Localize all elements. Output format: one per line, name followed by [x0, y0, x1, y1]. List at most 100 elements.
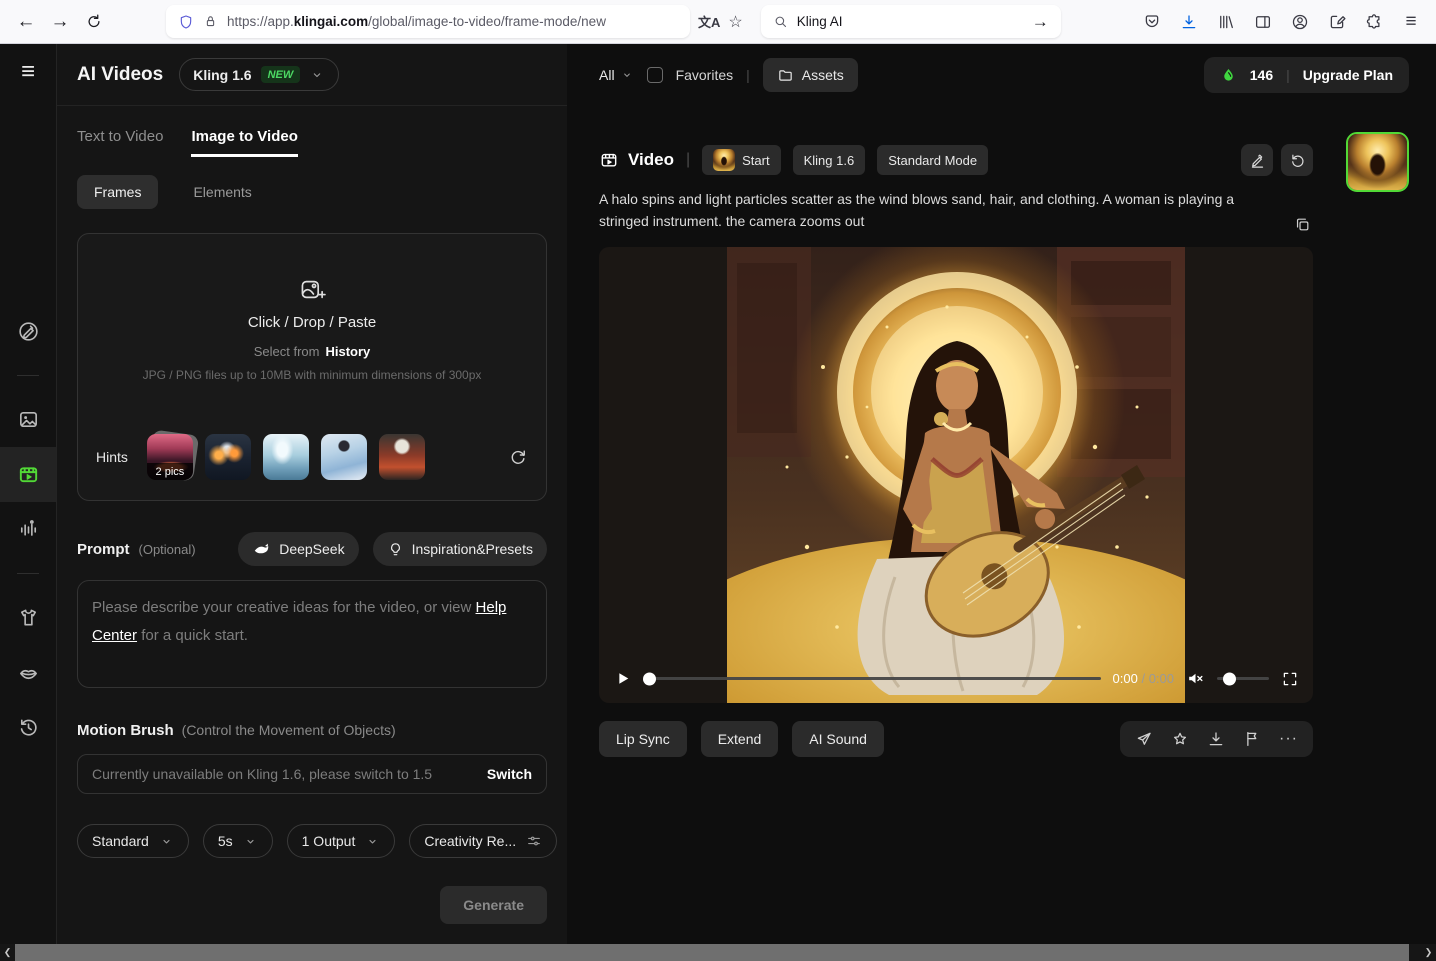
report-flag-icon[interactable]: [1243, 730, 1261, 748]
more-options-icon[interactable]: ···: [1279, 730, 1298, 748]
hamburger-menu-icon[interactable]: ≡: [21, 60, 35, 84]
search-value: Kling AI: [796, 14, 843, 29]
extensions-icon[interactable]: [1359, 7, 1389, 37]
switch-version-button[interactable]: Switch: [487, 766, 532, 782]
account-icon[interactable]: [1285, 7, 1315, 37]
hint-thumbnail[interactable]: [262, 434, 309, 480]
hint-thumbnail[interactable]: [204, 434, 251, 480]
upgrade-plan-button[interactable]: Upgrade Plan: [1303, 67, 1393, 83]
video-frame-art: [727, 246, 1185, 703]
seek-bar[interactable]: [643, 672, 1101, 686]
chevron-down-icon: [309, 67, 325, 83]
tab-image-to-video[interactable]: Image to Video: [191, 128, 298, 157]
download-icon[interactable]: [1207, 730, 1225, 748]
scrollbar-thumb[interactable]: [15, 944, 1409, 961]
model-tag: Kling 1.6: [792, 145, 866, 175]
horizontal-scrollbar[interactable]: ❮ ❯: [0, 944, 1436, 961]
search-go-icon[interactable]: →: [1032, 12, 1049, 32]
back-button[interactable]: ←: [10, 6, 42, 38]
quality-select[interactable]: Standard: [77, 824, 189, 858]
scroll-left-icon[interactable]: ❮: [0, 944, 15, 961]
url-bar[interactable]: https://app.klingai.com/global/image-to-…: [166, 5, 690, 38]
edit-prompt-button[interactable]: [1241, 144, 1273, 176]
browser-toolbar: ← → https://app.klingai.com/global/image…: [0, 0, 1436, 44]
rail-item-history[interactable]: [0, 700, 56, 755]
lock-icon: [203, 14, 218, 29]
output-count-select[interactable]: 1 Output: [286, 824, 396, 858]
upload-title: Click / Drop / Paste: [247, 314, 377, 331]
rail-item-try-on[interactable]: [0, 590, 56, 645]
prompt-optional-label: (Optional): [138, 541, 196, 557]
search-bar[interactable]: Kling AI →: [760, 5, 1061, 38]
pocket-icon[interactable]: [1137, 7, 1167, 37]
fullscreen-icon[interactable]: [1281, 670, 1299, 688]
start-frame-thumbnail: [713, 149, 736, 171]
forward-button[interactable]: →: [44, 6, 76, 38]
image-upload-dropzone[interactable]: Click / Drop / Paste Select from History …: [77, 233, 547, 501]
hints-label: Hints: [96, 449, 128, 465]
refresh-hints-icon[interactable]: [508, 447, 528, 467]
favorite-star-icon[interactable]: [1171, 730, 1189, 748]
extend-button[interactable]: Extend: [700, 720, 779, 757]
share-icon[interactable]: [1135, 730, 1153, 748]
reload-button[interactable]: [78, 6, 110, 38]
time-display: 0:00 / 0:00: [1112, 671, 1175, 687]
creativity-select[interactable]: Creativity Re...: [409, 824, 558, 858]
play-icon[interactable]: [613, 669, 632, 688]
left-panel: AI Videos Kling 1.6 NEW Text to Video Im…: [57, 44, 567, 944]
sliders-icon: [526, 833, 542, 849]
energy-drop-icon: [1220, 67, 1237, 84]
rail-item-lip-sync[interactable]: [0, 645, 56, 700]
deepseek-button[interactable]: DeepSeek: [238, 532, 359, 566]
results-area: All Favorites | Assets 146 | Upgrade Pla…: [567, 44, 1436, 944]
favorites-label[interactable]: Favorites: [676, 67, 734, 83]
translate-icon[interactable]: 文A: [698, 12, 720, 31]
library-icon[interactable]: [1211, 7, 1241, 37]
copy-icon[interactable]: [1294, 216, 1311, 233]
filter-all-dropdown[interactable]: All: [599, 67, 634, 83]
rail-item-creative-tools[interactable]: [0, 304, 56, 359]
credits-pill[interactable]: 146 | Upgrade Plan: [1203, 57, 1409, 93]
mute-icon[interactable]: [1186, 669, 1205, 688]
rail-item-ai-images[interactable]: [0, 392, 56, 447]
regenerate-button[interactable]: [1281, 144, 1313, 176]
chevron-down-icon: [159, 834, 174, 849]
hint-thumbnail[interactable]: 2 pics: [146, 434, 193, 480]
favorites-checkbox[interactable]: [646, 67, 663, 83]
ai-sound-button[interactable]: AI Sound: [792, 720, 884, 757]
mode-tag: Standard Mode: [877, 145, 989, 175]
hint-thumbnail[interactable]: [378, 434, 425, 480]
history-link[interactable]: History: [325, 344, 370, 359]
rail-item-ai-audio[interactable]: [0, 502, 56, 557]
divider: |: [1286, 67, 1290, 83]
mode-elements[interactable]: Elements: [176, 175, 268, 209]
inspiration-presets-button[interactable]: Inspiration&Presets: [372, 532, 547, 566]
whale-icon: [252, 540, 271, 559]
bookmark-star-icon[interactable]: ☆: [728, 12, 742, 32]
tab-text-to-video[interactable]: Text to Video: [77, 128, 163, 157]
upload-requirements: JPG / PNG files up to 10MB with minimum …: [142, 368, 482, 382]
sidebar-toggle-icon[interactable]: [1248, 7, 1278, 37]
source-image-thumbnail[interactable]: [1346, 132, 1409, 192]
duration-select[interactable]: 5s: [202, 824, 273, 858]
video-player[interactable]: 0:00 / 0:00: [599, 246, 1313, 703]
model-selector[interactable]: Kling 1.6 NEW: [179, 58, 340, 91]
volume-handle[interactable]: [1223, 672, 1236, 686]
chevron-down-icon: [620, 68, 634, 82]
rail-item-ai-videos[interactable]: [0, 447, 56, 502]
generate-button[interactable]: Generate: [440, 886, 547, 924]
volume-bar[interactable]: [1217, 672, 1269, 686]
folder-icon: [777, 67, 794, 84]
assets-button[interactable]: Assets: [762, 58, 858, 92]
browser-menu-icon[interactable]: ≡: [1396, 7, 1426, 37]
prompt-textarea[interactable]: Please describe your creative ideas for …: [77, 580, 547, 688]
edit-page-icon[interactable]: [1322, 7, 1352, 37]
hint-thumbnail[interactable]: [320, 434, 367, 480]
scroll-right-icon[interactable]: ❯: [1421, 944, 1436, 961]
seek-handle[interactable]: [643, 672, 656, 686]
downloads-icon[interactable]: [1174, 7, 1204, 37]
mode-frames[interactable]: Frames: [77, 175, 159, 209]
nav-rail: ≡: [0, 44, 57, 944]
lip-sync-button[interactable]: Lip Sync: [599, 720, 687, 757]
tracking-protection-icon[interactable]: [178, 14, 194, 30]
